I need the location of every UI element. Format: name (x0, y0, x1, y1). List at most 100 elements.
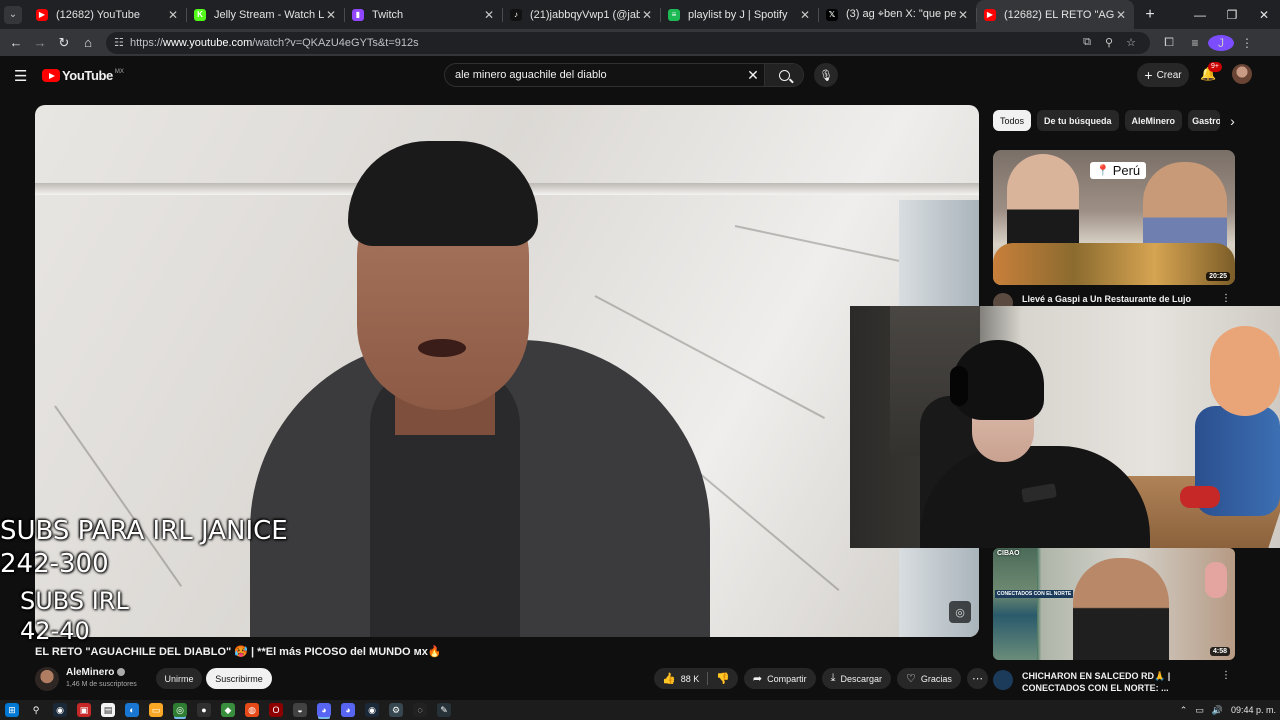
window-controls: — ❐ ✕ (1184, 0, 1280, 29)
account-avatar[interactable] (1232, 64, 1252, 84)
webcam-doll-shoe (1180, 486, 1220, 508)
edge-icon[interactable]: ◐ (125, 703, 139, 717)
tab-search-menu-icon[interactable]: ⌄ (4, 5, 22, 24)
close-tab-icon[interactable]: ✕ (956, 8, 970, 22)
youtube-icon: ▶ (36, 8, 48, 21)
channel-name[interactable]: AleMinero (66, 667, 126, 678)
chevron-right-icon[interactable]: › (1230, 113, 1235, 129)
firefox-icon[interactable]: ◍ (245, 703, 259, 717)
close-tab-icon[interactable]: ✕ (166, 8, 180, 22)
chip-aleminero[interactable]: AleMinero (1124, 110, 1183, 131)
thanks-button[interactable]: ♡ Gracias (897, 668, 961, 689)
tray-chevron-up-icon[interactable]: ⌃ (1180, 705, 1188, 716)
app-icon[interactable]: ◒ (293, 703, 307, 717)
browser-tab[interactable]: ≡ playlist by J | Spotify ✕ (660, 0, 818, 29)
spotify-icon: ≡ (668, 8, 680, 21)
recommended-video-title[interactable]: CHICHARON EN SALCEDO RD🙏 | CONECTADOS CO… (1022, 670, 1217, 694)
chip-de-tu-busqueda[interactable]: De tu búsqueda (1037, 110, 1119, 131)
channel-watermark-icon[interactable]: ◎ (949, 601, 971, 623)
search-icon[interactable]: ⚲ (29, 703, 43, 717)
recommended-video-row[interactable]: CHICHARON EN SALCEDO RD🙏 | CONECTADOS CO… (993, 670, 1235, 694)
close-tab-icon[interactable]: ✕ (324, 8, 338, 22)
browser-menu-icon[interactable]: ⋮ (1234, 36, 1260, 50)
discord-icon[interactable]: ◕ (341, 703, 355, 717)
new-tab-button[interactable]: + (1138, 6, 1162, 24)
create-button[interactable]: + Crear (1137, 63, 1189, 87)
url-text[interactable]: https://www.youtube.com/watch?v=QKAzU4eG… (130, 37, 1076, 49)
steam-icon[interactable]: ◉ (365, 703, 379, 717)
document-icon[interactable]: ▤ (101, 703, 115, 717)
more-actions-icon[interactable]: ⋯ (966, 668, 988, 689)
forward-icon[interactable]: → (28, 35, 52, 50)
clock[interactable]: 09:44 p. m. (1231, 705, 1276, 715)
youtube-masthead: ☰ YouTube MX ale minero aguachile del di… (0, 56, 1280, 94)
recording-app-icon[interactable]: ▣ (77, 703, 91, 717)
profile-button[interactable]: J (1208, 34, 1234, 51)
restore-icon[interactable]: ❐ (1216, 0, 1248, 29)
windows-start-icon[interactable]: ⊞ (5, 703, 19, 717)
channel-avatar[interactable] (993, 670, 1013, 690)
clear-search-icon[interactable]: ✕ (742, 67, 764, 84)
youtube-logo[interactable]: YouTube MX (42, 68, 124, 83)
opera-icon[interactable]: O (269, 703, 283, 717)
more-actions-icon[interactable]: ⋮ (1221, 293, 1231, 304)
search-input[interactable]: ale minero aguachile del diablo (445, 69, 742, 81)
home-icon[interactable]: ⌂ (76, 35, 100, 50)
extensions-icon[interactable]: ⧠ (1156, 35, 1182, 50)
recommended-thumbnail[interactable]: CIBAO CONECTADOS CON EL NORTE 4:58 (993, 548, 1235, 660)
notification-count-badge: 9+ (1208, 62, 1222, 72)
chrome-icon[interactable]: ◎ (173, 703, 187, 717)
close-tab-icon[interactable]: ✕ (798, 8, 812, 22)
browser-tab[interactable]: K Jelly Stream - Watch Live on Kick✕ (186, 0, 344, 29)
video-player[interactable]: ◎ (35, 105, 979, 637)
bookmark-star-icon[interactable]: ☆ (1120, 36, 1142, 49)
browser-tab[interactable]: 𝕏 (3) ag ⌖ben X: "que pedo @Sh✕ (818, 0, 976, 29)
install-app-icon[interactable]: ⧉ (1076, 36, 1098, 49)
browser-tab[interactable]: ▶ (12682) YouTube ✕ (28, 0, 186, 29)
dislike-button[interactable]: 👎 (708, 668, 738, 689)
close-tab-icon[interactable]: ✕ (482, 8, 496, 22)
like-button[interactable]: 👍 88 K (654, 668, 707, 689)
recommended-video-title[interactable]: Llevé a Gaspi a Un Restaurante de Lujo (1022, 293, 1217, 305)
back-icon[interactable]: ← (4, 35, 28, 50)
zoom-icon[interactable]: ⚲ (1098, 36, 1120, 49)
volume-icon[interactable]: 🔊 (1212, 705, 1223, 716)
search-icon (778, 69, 790, 81)
address-bar[interactable]: ☷ https://www.youtube.com/watch?v=QKAzU4… (106, 31, 1150, 54)
recommended-thumbnail[interactable]: 📍 Perú 20:25 (993, 150, 1235, 285)
subscribe-button[interactable]: Suscribirme (206, 668, 272, 689)
search-box: ale minero aguachile del diablo ✕ (444, 63, 804, 87)
channel-avatar[interactable] (35, 667, 59, 691)
site-info-icon[interactable]: ☷ (114, 36, 130, 49)
chip-gastronomia[interactable]: Gastronomía (1188, 110, 1221, 131)
settings-gear-icon[interactable]: ⚙ (389, 703, 403, 717)
more-actions-icon[interactable]: ⋮ (1221, 670, 1231, 681)
reload-icon[interactable]: ↻ (52, 35, 76, 51)
media-control-icon[interactable]: ≡ (1182, 36, 1208, 50)
obs-icon[interactable]: ● (197, 703, 211, 717)
close-window-icon[interactable]: ✕ (1248, 0, 1280, 29)
chip-todos[interactable]: Todos (993, 110, 1032, 131)
share-button[interactable]: ➦ Compartir (743, 668, 816, 689)
app-icon[interactable]: ◆ (221, 703, 235, 717)
voice-search-mic-icon[interactable]: 🎙 (814, 63, 838, 87)
browser-tab[interactable]: ▶ (12682) EL RETO "AGUACHILE DEL DIABLO"✕ (976, 0, 1134, 29)
webcam-doll-head (1210, 326, 1280, 416)
guide-menu-icon[interactable]: ☰ (14, 67, 27, 85)
app-icon[interactable]: ◌ (413, 703, 427, 717)
minimize-icon[interactable]: — (1184, 0, 1216, 29)
download-button[interactable]: ⤓ Descargar (821, 668, 892, 689)
search-button[interactable] (764, 64, 803, 86)
browser-tab[interactable]: ♪ (21)jabbqyVwp1 (@jabbqyvwp1)✕ (502, 0, 660, 29)
network-icon[interactable]: ▭ (1195, 705, 1204, 716)
steam-icon[interactable]: ◉ (53, 703, 67, 717)
app-icon[interactable]: ✎ (437, 703, 451, 717)
close-tab-icon[interactable]: ✕ (640, 8, 654, 22)
tabs-container: ▶ (12682) YouTube ✕ K Jelly Stream - Watch L… (28, 0, 1134, 29)
discord-icon[interactable]: ◕ (317, 703, 331, 717)
browser-tab[interactable]: ▮ Twitch ✕ (344, 0, 502, 29)
file-explorer-icon[interactable]: ▭ (149, 703, 163, 717)
streamer-webcam-overlay (850, 306, 1280, 548)
close-tab-icon[interactable]: ✕ (1114, 8, 1128, 22)
join-button[interactable]: Unirme (156, 668, 202, 689)
